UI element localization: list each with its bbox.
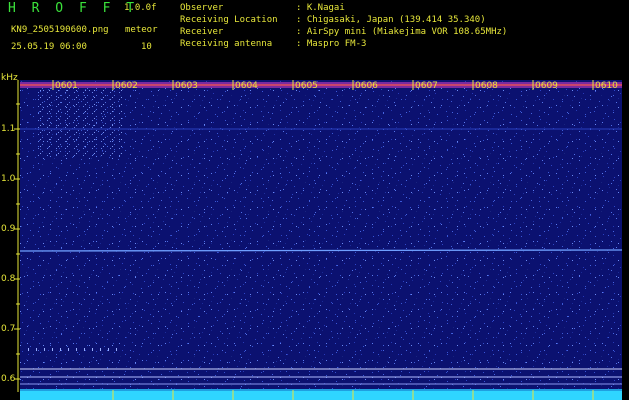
y-tick-0.8: 0.8 <box>1 274 16 284</box>
x-tick-0601: 0601 <box>55 81 78 91</box>
y-tick-1.1: 1.1 <box>1 124 16 134</box>
x-tick-0607: 0607 <box>415 81 438 91</box>
noise-floor <box>20 391 622 400</box>
meteor-burst <box>34 88 122 158</box>
y-axis-unit: kHz <box>1 73 18 83</box>
y-tick-0.7: 0.7 <box>1 324 16 334</box>
y-tick-0.9: 0.9 <box>1 224 16 234</box>
y-tick-1.0: 1.0 <box>1 174 16 184</box>
x-tick-0602: 0602 <box>115 81 138 91</box>
x-tick-0603: 0603 <box>175 81 198 91</box>
x-tick-0606: 0606 <box>355 81 378 91</box>
x-tick-0605: 0605 <box>295 81 318 91</box>
x-tick-0610: 0610 <box>595 81 618 91</box>
hrofft-window: H R O F F T 1.0.0f KN9_2505190600.png 25… <box>0 0 629 400</box>
spectrogram <box>14 80 623 400</box>
x-tick-0608: 0608 <box>475 81 498 91</box>
y-tick-0.6: 0.6 <box>1 374 16 384</box>
x-tick-0604: 0604 <box>235 81 258 91</box>
x-tick-0609: 0609 <box>535 81 558 91</box>
